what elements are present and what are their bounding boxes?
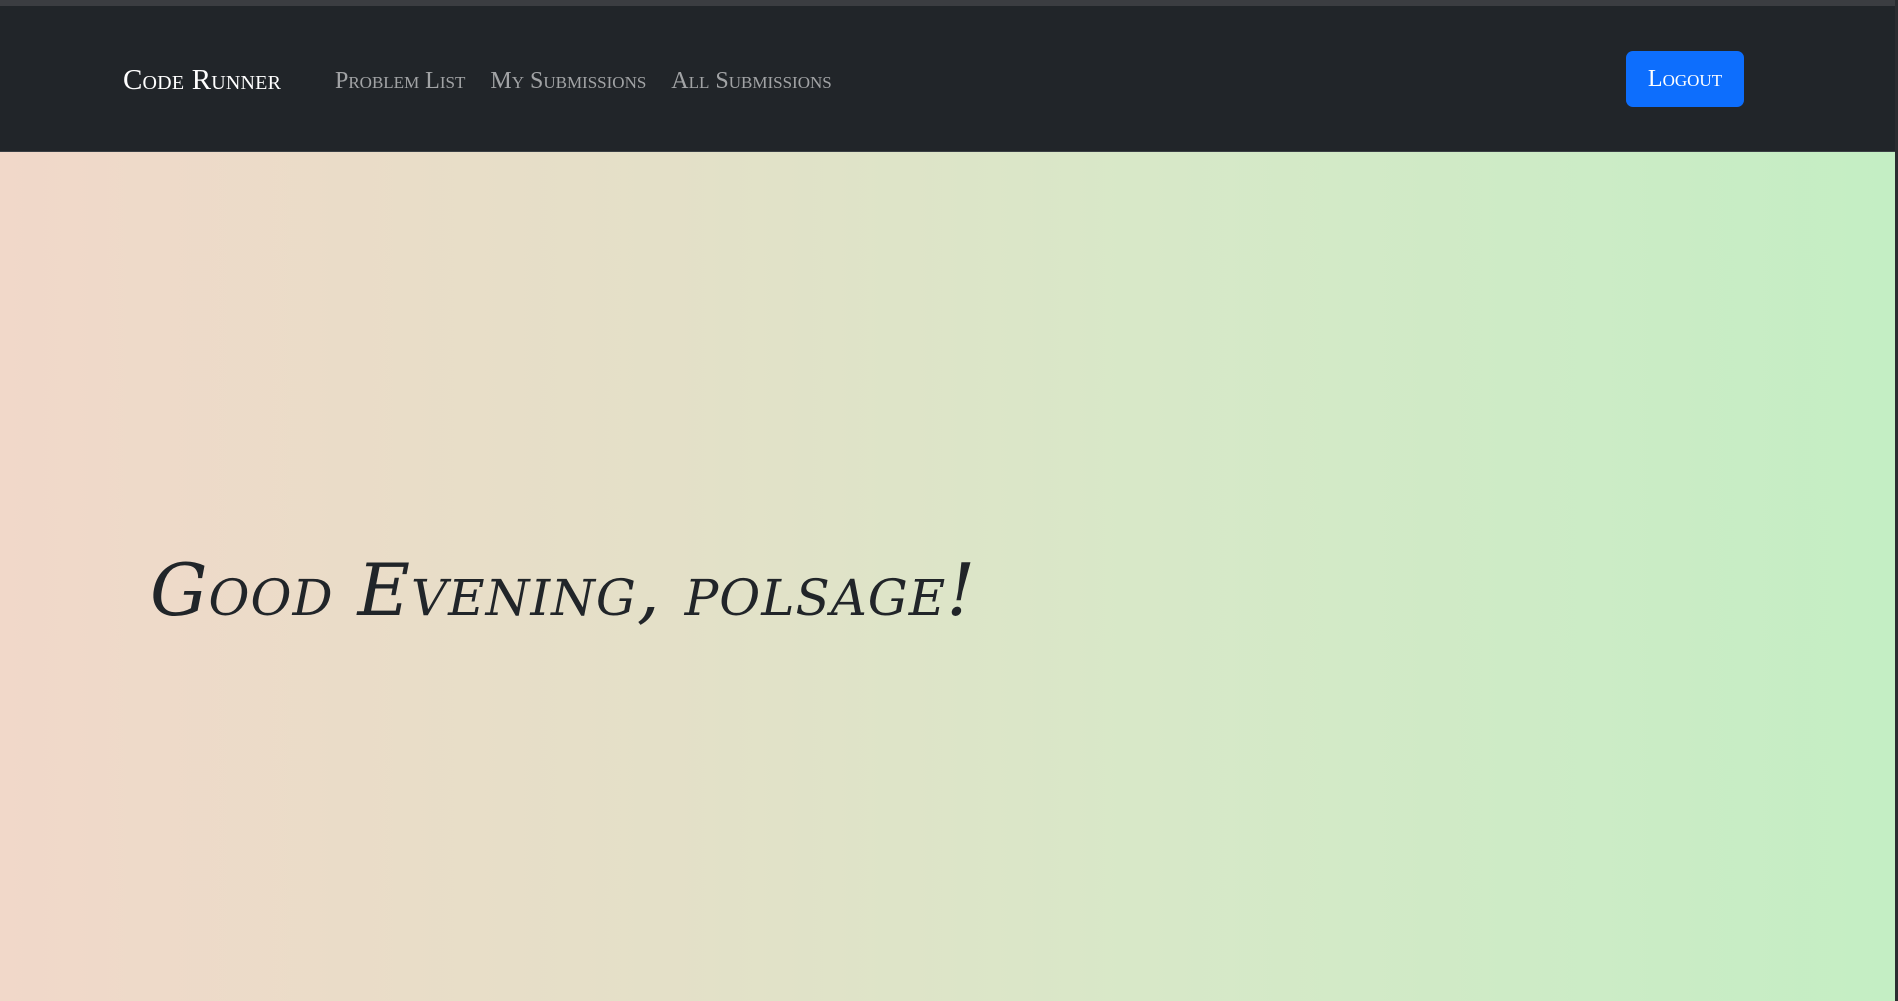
nav-links: Problem List My Submissions All Submissi…: [335, 68, 832, 95]
logout-button[interactable]: Logout: [1626, 51, 1744, 107]
hero-section: Good Evening, polsage!: [0, 152, 1895, 1001]
nav-link-all-submissions[interactable]: All Submissions: [671, 68, 831, 95]
page: Code Runner Problem List My Submissions …: [0, 6, 1895, 1001]
nav-link-my-submissions[interactable]: My Submissions: [490, 68, 646, 95]
browser-viewport: Code Runner Problem List My Submissions …: [0, 0, 1898, 1001]
top-navbar: Code Runner Problem List My Submissions …: [0, 6, 1895, 152]
brand-link[interactable]: Code Runner: [123, 64, 281, 97]
greeting-heading: Good Evening, polsage!: [150, 548, 977, 632]
nav-link-problem-list[interactable]: Problem List: [335, 68, 465, 95]
